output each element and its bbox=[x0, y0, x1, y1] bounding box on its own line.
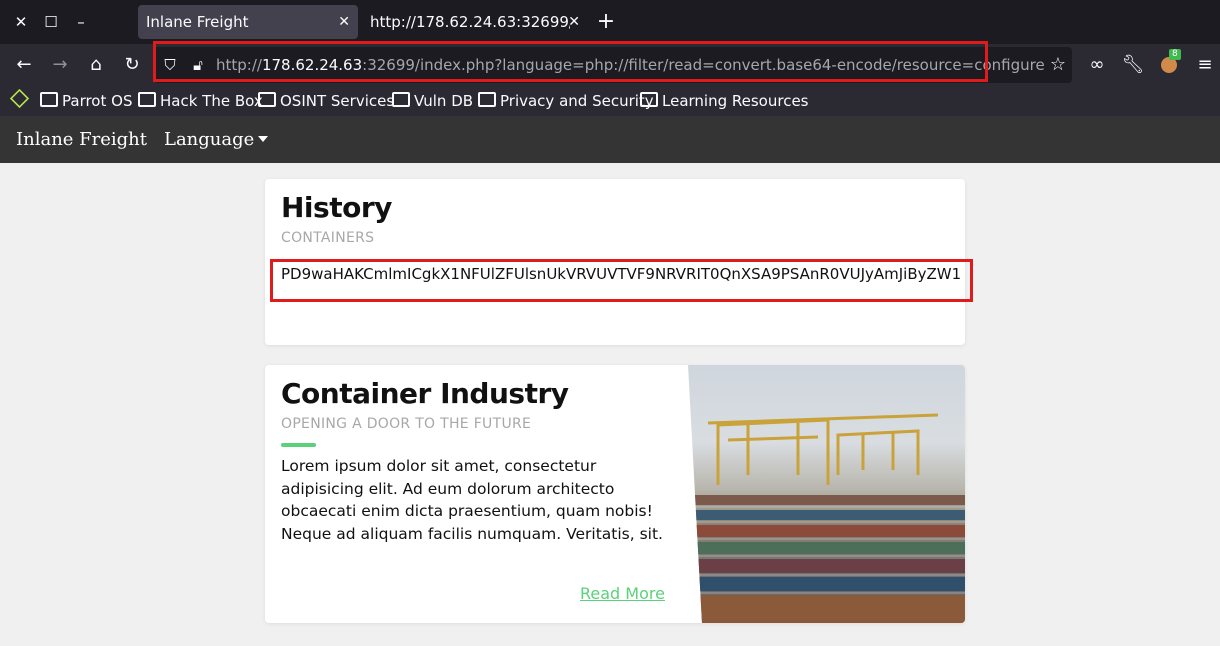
extension-badge: 8 bbox=[1169, 49, 1181, 60]
industry-title: Container Industry bbox=[281, 377, 569, 410]
bookmark-star-icon[interactable]: ☆ bbox=[1046, 53, 1070, 77]
bookmark-learning-resources[interactable]: Learning Resources bbox=[640, 90, 809, 112]
folder-icon bbox=[640, 92, 658, 107]
industry-subtitle: OPENING A DOOR TO THE FUTURE bbox=[281, 416, 532, 432]
menu-icon[interactable]: ≡ bbox=[1193, 53, 1217, 77]
caret-down-icon bbox=[258, 136, 269, 142]
bookmark-osint-services[interactable]: OSINT Services bbox=[258, 90, 394, 112]
parrot-cube-icon[interactable] bbox=[9, 88, 30, 112]
new-tab-icon[interactable]: + bbox=[594, 10, 618, 34]
bookmark-privacy-security[interactable]: Privacy and Security bbox=[478, 90, 654, 112]
minimize-window-icon[interactable]: – bbox=[71, 12, 91, 32]
bookmark-parrot-os[interactable]: Parrot OS bbox=[40, 90, 132, 112]
site-navbar: Inlane Freight Language bbox=[0, 116, 1220, 163]
home-icon[interactable]: ⌂ bbox=[84, 53, 108, 77]
bookmarks-bar: Parrot OS Hack The Box OSINT Services Vu… bbox=[0, 86, 1220, 116]
maximize-window-icon[interactable]: ☐ bbox=[41, 12, 61, 32]
industry-body: Lorem ipsum dolor sit amet, consectetur … bbox=[281, 457, 663, 543]
language-dropdown[interactable]: Language bbox=[164, 116, 269, 163]
site-brand[interactable]: Inlane Freight bbox=[16, 116, 147, 163]
browser-tab-bar: ✕ ☐ – Inlane Freight ✕ http://178.62.24.… bbox=[0, 0, 1220, 44]
tab-label: Inlane Freight bbox=[146, 13, 249, 31]
history-title: History bbox=[281, 191, 392, 224]
folder-icon bbox=[40, 92, 58, 107]
private-mask-icon[interactable]: ∞ bbox=[1085, 53, 1109, 77]
base64-highlight-box bbox=[270, 259, 973, 302]
url-highlight-box bbox=[153, 41, 988, 82]
folder-icon bbox=[478, 92, 496, 107]
folder-icon bbox=[258, 92, 276, 107]
wrench-icon[interactable]: 🔧︎ bbox=[1121, 53, 1145, 77]
tab-close-icon[interactable]: ✕ bbox=[568, 5, 580, 39]
back-icon[interactable]: ← bbox=[12, 53, 36, 77]
bookmark-vuln-db[interactable]: Vuln DB bbox=[392, 90, 473, 112]
extension-icon[interactable]: 8 bbox=[1157, 49, 1181, 77]
container-port-image bbox=[688, 365, 965, 623]
tab-inlane-freight[interactable]: Inlane Freight ✕ bbox=[138, 5, 358, 39]
industry-card: Container Industry OPENING A DOOR TO THE… bbox=[265, 365, 965, 623]
port-illustration bbox=[688, 413, 965, 623]
forward-icon[interactable]: → bbox=[48, 53, 72, 77]
reload-icon[interactable]: ↻ bbox=[120, 53, 144, 77]
folder-icon bbox=[392, 92, 410, 107]
history-subtitle: CONTAINERS bbox=[281, 230, 375, 246]
tab-close-icon[interactable]: ✕ bbox=[338, 5, 350, 39]
bookmark-hack-the-box[interactable]: Hack The Box bbox=[138, 90, 263, 112]
read-more-link[interactable]: Read More bbox=[580, 584, 665, 603]
folder-icon bbox=[138, 92, 156, 107]
tab-label: http://178.62.24.63:32699/index bbox=[370, 13, 570, 31]
tab-url[interactable]: http://178.62.24.63:32699/index ✕ bbox=[362, 5, 588, 39]
accent-bar bbox=[281, 443, 316, 447]
close-window-icon[interactable]: ✕ bbox=[11, 12, 31, 32]
